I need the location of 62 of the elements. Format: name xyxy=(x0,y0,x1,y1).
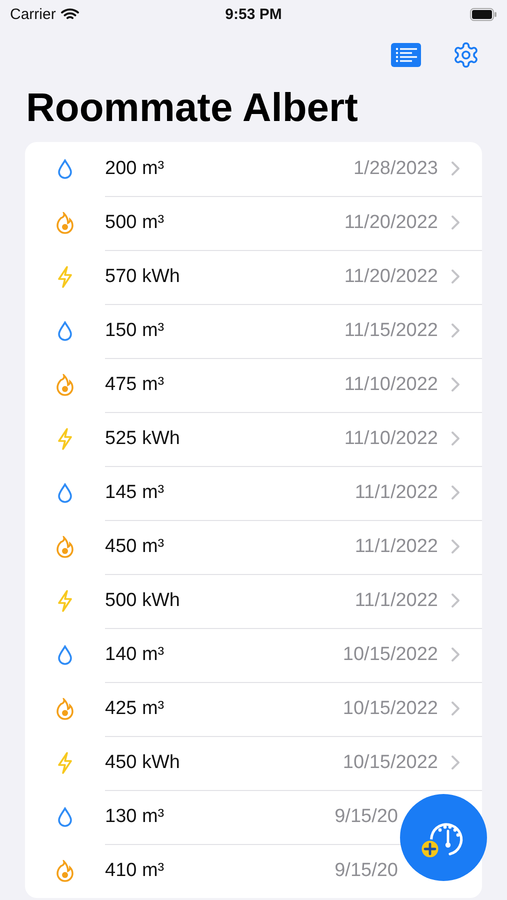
reading-date: 9/15/20 xyxy=(334,806,398,828)
reading-date: 11/1/2022 xyxy=(354,536,438,558)
flame-icon xyxy=(55,536,75,558)
chevron-icon xyxy=(451,646,460,662)
chevron-icon xyxy=(451,538,460,554)
reading-date: 10/15/2022 xyxy=(342,698,438,720)
settings-icon xyxy=(452,41,480,69)
chevron-icon xyxy=(451,430,460,446)
water-drop-icon xyxy=(57,807,73,827)
reading-date: 10/15/2022 xyxy=(342,644,438,666)
chevron-icon xyxy=(451,268,460,284)
reading-value[interactable]: 140 m³ xyxy=(105,644,164,666)
flame-icon xyxy=(55,860,75,882)
reading-date: 11/15/2022 xyxy=(344,320,438,342)
list-button[interactable] xyxy=(391,40,421,70)
flame-icon xyxy=(55,212,75,234)
lightning-icon xyxy=(57,752,73,774)
reading-value[interactable]: 150 m³ xyxy=(105,320,164,342)
reading-value[interactable]: 200 m³ xyxy=(105,158,164,180)
page-title: Roommate Albert xyxy=(26,86,359,130)
wifi-icon xyxy=(60,8,79,20)
reading-date: 11/1/2022 xyxy=(354,590,438,612)
chevron-icon xyxy=(451,754,460,770)
reading-date: 11/20/2022 xyxy=(344,266,438,288)
reading-date: 11/20/2022 xyxy=(344,212,438,234)
battery-icon xyxy=(470,8,497,20)
reading-value[interactable]: 500 m³ xyxy=(105,212,164,234)
reading-value[interactable]: 570 kWh xyxy=(105,266,180,288)
lightning-icon xyxy=(57,266,73,288)
reading-value[interactable]: 425 m³ xyxy=(105,698,164,720)
reading-value[interactable]: 130 m³ xyxy=(105,806,164,828)
chevron-icon xyxy=(451,214,460,230)
chevron-icon xyxy=(451,376,460,392)
chevron-icon xyxy=(451,592,460,608)
lightning-icon xyxy=(57,428,73,450)
reading-value[interactable]: 500 kWh xyxy=(105,590,180,612)
reading-date: 11/1/2022 xyxy=(354,482,438,504)
reading-value[interactable]: 450 kWh xyxy=(105,752,180,774)
carrier-label: Carrier xyxy=(10,6,56,22)
reading-date: 11/10/2022 xyxy=(344,374,438,396)
lightning-icon xyxy=(57,590,73,612)
clock-time: 9:53 PM xyxy=(225,6,282,22)
water-drop-icon xyxy=(57,645,73,665)
water-drop-icon xyxy=(57,159,73,179)
chevron-icon xyxy=(451,700,460,716)
chevron-icon xyxy=(451,484,460,500)
reading-value[interactable]: 145 m³ xyxy=(105,482,164,504)
reading-value[interactable]: 410 m³ xyxy=(105,860,164,882)
reading-date: 11/10/2022 xyxy=(344,428,438,450)
water-drop-icon xyxy=(57,483,73,503)
water-drop-icon xyxy=(57,321,73,341)
reading-date: 1/28/2023 xyxy=(353,158,438,180)
reading-date: 9/15/20 xyxy=(334,860,398,882)
flame-icon xyxy=(55,698,75,720)
chevron-icon xyxy=(451,322,460,338)
reading-value[interactable]: 475 m³ xyxy=(105,374,164,396)
reading-value[interactable]: 525 kWh xyxy=(105,428,180,450)
flame-icon xyxy=(55,374,75,396)
reading-date: 10/15/2022 xyxy=(342,752,438,774)
reading-value[interactable]: 450 m³ xyxy=(105,536,164,558)
chevron-icon xyxy=(451,160,460,176)
list-icon xyxy=(391,43,421,67)
